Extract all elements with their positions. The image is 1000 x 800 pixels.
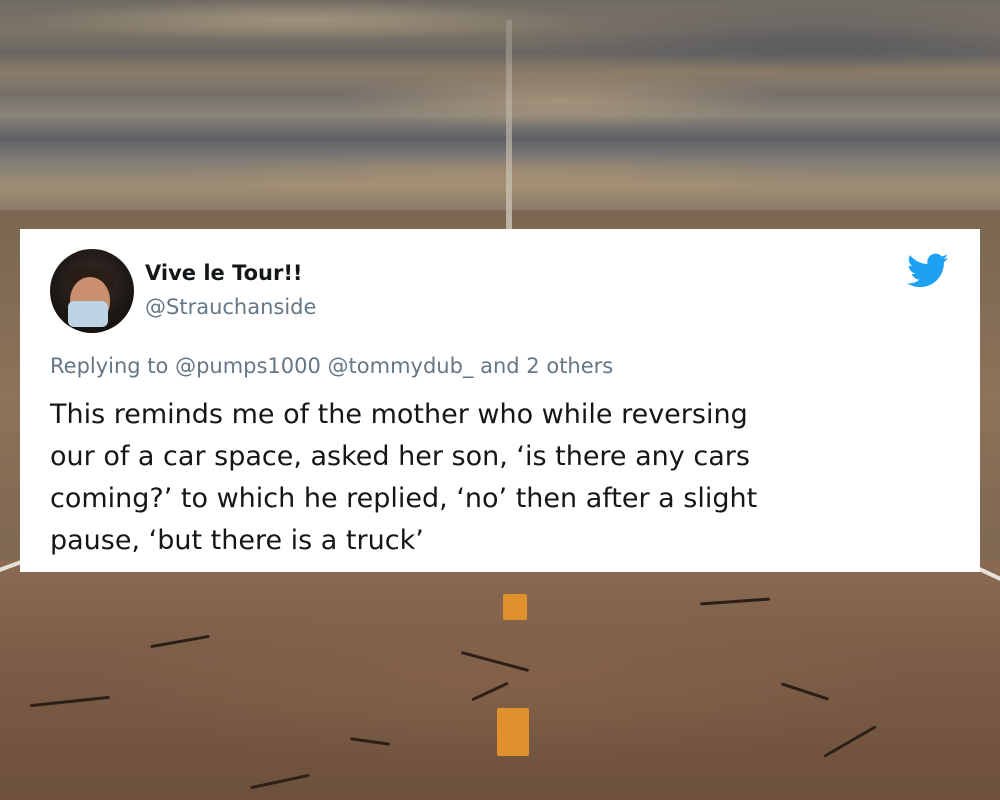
tweet-card: Vive le Tour!! @Strauchanside Replying t… — [20, 229, 980, 572]
tweet-text-line: coming?’ to which he replied, ‘no’ then … — [50, 483, 758, 514]
sky-haze — [0, 0, 1000, 240]
center-line-dash — [503, 594, 527, 620]
display-name[interactable]: Vive le Tour!! — [145, 261, 303, 285]
user-avatar[interactable] — [50, 249, 134, 333]
distant-road — [506, 20, 512, 230]
tweet-text: This reminds me of the mother who while … — [50, 394, 950, 562]
replying-to-line: Replying to @pumps1000 @tommydub_ and 2 … — [50, 354, 614, 378]
road-surface — [0, 560, 1000, 800]
tweet-text-line: This reminds me of the mother who while … — [50, 399, 748, 430]
tweet-text-line: our of a car space, asked her son, ‘is t… — [50, 441, 750, 472]
avatar-face-mask — [68, 301, 108, 327]
user-handle[interactable]: @Strauchanside — [145, 295, 316, 319]
twitter-bird-icon — [907, 253, 949, 288]
center-line-dash — [497, 708, 529, 756]
tweet-text-line: pause, ‘but there is a truck’ — [50, 525, 424, 556]
